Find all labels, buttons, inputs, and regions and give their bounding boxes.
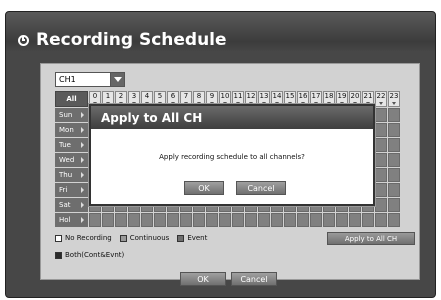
schedule-cell[interactable]: [375, 183, 387, 197]
schedule-cell[interactable]: [167, 213, 179, 227]
schedule-cell[interactable]: [388, 108, 400, 122]
schedule-cell[interactable]: [388, 123, 400, 137]
schedule-cell[interactable]: [219, 213, 231, 227]
schedule-cell[interactable]: [245, 213, 257, 227]
schedule-cell[interactable]: [362, 213, 374, 227]
hour-header-23[interactable]: 23: [388, 91, 400, 107]
select-all-button[interactable]: All: [55, 91, 88, 107]
legend: No Recording Continuous Event: [55, 234, 207, 242]
channel-select-value: CH1: [59, 75, 76, 84]
dialog-title: Apply to All CH: [91, 106, 373, 129]
day-label-hol[interactable]: Hol: [55, 213, 88, 227]
schedule-cell[interactable]: [323, 213, 335, 227]
window-title: Recording Schedule: [36, 30, 227, 50]
schedule-cell[interactable]: [375, 213, 387, 227]
schedule-cell[interactable]: [271, 213, 283, 227]
schedule-cell[interactable]: [388, 183, 400, 197]
schedule-cell[interactable]: [388, 213, 400, 227]
schedule-cell[interactable]: [388, 168, 400, 182]
legend-label: Event: [187, 234, 208, 242]
schedule-cell[interactable]: [336, 213, 348, 227]
schedule-cell[interactable]: [232, 213, 244, 227]
dialog-cancel-button[interactable]: Cancel: [236, 181, 286, 195]
channel-select[interactable]: CH1: [55, 72, 125, 87]
day-label-sat[interactable]: Sat: [55, 198, 88, 212]
legend-swatch: [55, 234, 62, 242]
legend-swatch: [55, 251, 62, 259]
schedule-cell[interactable]: [310, 213, 322, 227]
schedule-cell[interactable]: [388, 153, 400, 167]
schedule-cell[interactable]: [375, 168, 387, 182]
schedule-cell[interactable]: [115, 213, 127, 227]
schedule-cell[interactable]: [388, 138, 400, 152]
day-label-thu[interactable]: Thu: [55, 168, 88, 182]
schedule-cell[interactable]: [128, 213, 140, 227]
apply-to-all-ch-button[interactable]: Apply to All CH: [327, 232, 415, 245]
schedule-cell[interactable]: [375, 198, 387, 212]
schedule-cell[interactable]: [388, 198, 400, 212]
day-label-mon[interactable]: Mon: [55, 123, 88, 137]
legend-row-2: Both(Cont&Evnt): [55, 251, 124, 259]
schedule-cell[interactable]: [141, 213, 153, 227]
schedule-cell[interactable]: [258, 213, 270, 227]
day-label-fri[interactable]: Fri: [55, 183, 88, 197]
hour-header-22[interactable]: 22: [375, 91, 387, 107]
schedule-cell[interactable]: [349, 213, 361, 227]
schedule-cell[interactable]: [375, 123, 387, 137]
title-bar: Recording Schedule: [18, 28, 227, 52]
dialog-ok-button[interactable]: OK: [184, 181, 224, 195]
schedule-cell[interactable]: [284, 213, 296, 227]
legend-item: No Recording: [55, 234, 112, 242]
day-label-wed[interactable]: Wed: [55, 153, 88, 167]
chevron-down-icon[interactable]: [110, 73, 124, 86]
schedule-cell[interactable]: [193, 213, 205, 227]
schedule-cell[interactable]: [297, 213, 309, 227]
schedule-cell[interactable]: [180, 213, 192, 227]
schedule-cell[interactable]: [154, 213, 166, 227]
schedule-cell[interactable]: [102, 213, 114, 227]
day-row-hol: Hol: [55, 213, 401, 227]
legend-item: Event: [177, 234, 207, 242]
legend-item: Continuous: [119, 234, 170, 242]
legend-label: Continuous: [129, 234, 170, 242]
legend-swatch: [119, 234, 127, 242]
schedule-cell[interactable]: [375, 153, 387, 167]
legend-item: Both(Cont&Evnt): [55, 251, 124, 259]
day-label-sun[interactable]: Sun: [55, 108, 88, 122]
schedule-cell[interactable]: [375, 138, 387, 152]
schedule-cell[interactable]: [89, 213, 101, 227]
legend-swatch: [177, 234, 185, 242]
ok-button[interactable]: OK: [180, 272, 226, 286]
apply-to-all-dialog: Apply to All CH Apply recording schedule…: [89, 104, 375, 206]
schedule-cell[interactable]: [375, 108, 387, 122]
legend-label: Both(Cont&Evnt): [65, 251, 125, 259]
legend-label: No Recording: [65, 234, 112, 242]
clock-icon: [18, 34, 29, 46]
day-label-tue[interactable]: Tue: [55, 138, 88, 152]
cancel-button[interactable]: Cancel: [231, 272, 277, 286]
schedule-cell[interactable]: [206, 213, 218, 227]
dialog-message: Apply recording schedule to all channels…: [159, 153, 305, 161]
